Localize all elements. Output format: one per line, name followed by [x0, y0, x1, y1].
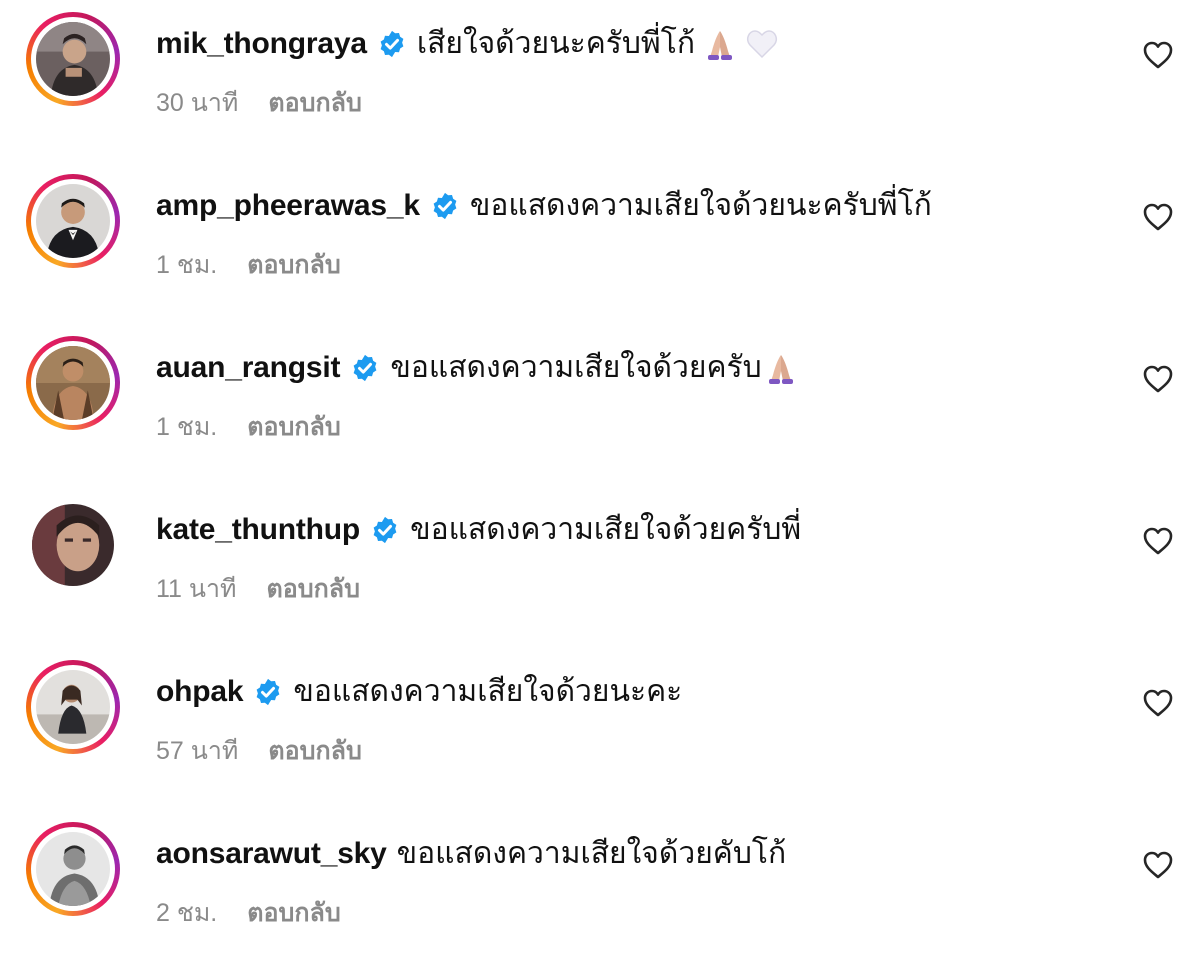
verified-badge-icon [370, 515, 400, 545]
username-link[interactable]: amp_pheerawas_k [156, 186, 420, 226]
avatar[interactable] [26, 498, 120, 592]
comment-item: mik_thongraya เสียใจด้วยนะครับพี่โก้ 30 … [0, 0, 1200, 150]
reply-button[interactable]: ตอบกลับ [268, 731, 361, 771]
heart-outline-icon[interactable] [1142, 850, 1174, 880]
verified-badge-icon [377, 29, 407, 59]
reply-button[interactable]: ตอบกลับ [268, 83, 361, 123]
username-link[interactable]: aonsarawut_sky [156, 834, 387, 874]
heart-outline-icon[interactable] [1142, 526, 1174, 556]
heart-outline-icon[interactable] [1142, 202, 1174, 232]
avatar[interactable] [26, 12, 120, 106]
comment-line: kate_thunthup ขอแสดงความเสียใจด้วยครับพี… [156, 510, 801, 550]
comment-item: amp_pheerawas_k ขอแสดงความเสียใจด้วยนะคร… [0, 162, 1200, 312]
folded-hands-emoji [764, 351, 798, 385]
comment-item: ohpak ขอแสดงความเสียใจด้วยนะคะ 57 นาที ต… [0, 648, 1200, 798]
verified-badge-icon [430, 191, 460, 221]
folded-hands-emoji [703, 27, 737, 61]
heart-outline-icon[interactable] [1142, 364, 1174, 394]
comment-text: ขอแสดงความเสียใจด้วยนะคะ [293, 675, 683, 708]
avatar[interactable] [26, 336, 120, 430]
avatar[interactable] [26, 660, 120, 754]
comment-text: ขอแสดงความเสียใจด้วยนะครับพี่โก้ [469, 189, 932, 222]
comment-timestamp: 1 ชม. [156, 413, 218, 441]
reply-button[interactable]: ตอบกลับ [247, 245, 340, 285]
comment-text: ขอแสดงความเสียใจด้วยคับโก้ [396, 837, 787, 870]
username-link[interactable]: mik_thongraya [156, 24, 367, 64]
comment-timestamp: 30 นาที [156, 89, 239, 117]
verified-badge-icon [350, 353, 380, 383]
comment-timestamp: 2 ชม. [156, 899, 218, 927]
comment-meta: 57 นาที ตอบกลับ [156, 734, 362, 768]
heart-outline-icon[interactable] [1142, 688, 1174, 718]
comment-meta: 1 ชม. ตอบกลับ [156, 248, 341, 282]
comment-line: mik_thongraya เสียใจด้วยนะครับพี่โก้ [156, 24, 779, 64]
comment-text: เสียใจด้วยนะครับพี่โก้ [416, 27, 695, 60]
comment-text: ขอแสดงความเสียใจด้วยครับ [390, 351, 762, 384]
comment-text: ขอแสดงความเสียใจด้วยครับพี่ [410, 513, 802, 546]
verified-badge-icon [253, 677, 283, 707]
comment-timestamp: 57 นาที [156, 737, 239, 765]
username-link[interactable]: kate_thunthup [156, 510, 360, 550]
comment-item: aonsarawut_sky ขอแสดงความเสียใจด้วยคับโก… [0, 810, 1200, 960]
username-link[interactable]: ohpak [156, 672, 244, 712]
comment-line: auan_rangsit ขอแสดงความเสียใจด้วยครับ [156, 348, 798, 388]
comment-line: ohpak ขอแสดงความเสียใจด้วยนะคะ [156, 672, 682, 712]
comment-item: kate_thunthup ขอแสดงความเสียใจด้วยครับพี… [0, 486, 1200, 636]
comment-line: amp_pheerawas_k ขอแสดงความเสียใจด้วยนะคร… [156, 186, 932, 226]
comment-item: auan_rangsit ขอแสดงความเสียใจด้วยครับ 1 … [0, 324, 1200, 474]
comment-line: aonsarawut_sky ขอแสดงความเสียใจด้วยคับโก… [156, 834, 786, 874]
reply-button[interactable]: ตอบกลับ [267, 569, 360, 609]
reply-button[interactable]: ตอบกลับ [247, 407, 340, 447]
comment-meta: 30 นาที ตอบกลับ [156, 86, 362, 120]
comment-timestamp: 11 นาที [156, 575, 237, 603]
avatar[interactable] [26, 174, 120, 268]
reply-button[interactable]: ตอบกลับ [247, 893, 340, 933]
comment-meta: 11 นาที ตอบกลับ [156, 572, 360, 606]
white-heart-emoji [745, 27, 779, 61]
username-link[interactable]: auan_rangsit [156, 348, 341, 388]
comment-meta: 2 ชม. ตอบกลับ [156, 896, 341, 930]
comment-timestamp: 1 ชม. [156, 251, 218, 279]
avatar[interactable] [26, 822, 120, 916]
comment-meta: 1 ชม. ตอบกลับ [156, 410, 341, 444]
heart-outline-icon[interactable] [1142, 40, 1174, 70]
